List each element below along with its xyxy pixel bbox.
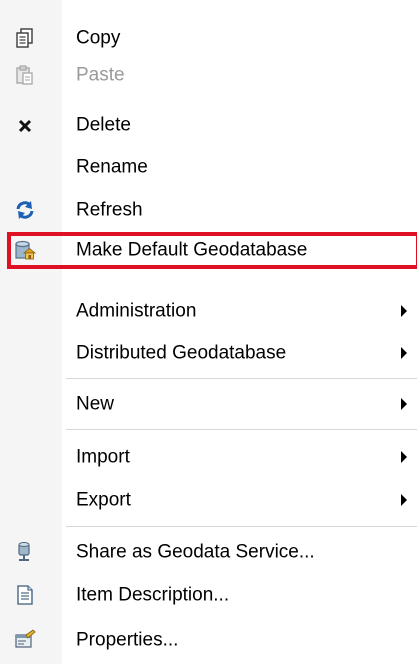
menu-item-label: Administration: [76, 300, 197, 322]
menu-separator: [66, 526, 417, 527]
item-description-icon: [14, 584, 36, 606]
menu-item-label: Share as Geodata Service...: [76, 541, 315, 563]
menu-item-delete[interactable]: Delete: [0, 105, 417, 145]
menu-item-new[interactable]: New: [0, 384, 417, 424]
submenu-arrow-icon: [401, 347, 407, 359]
submenu-arrow-icon: [401, 451, 407, 463]
submenu-arrow-icon: [401, 305, 407, 317]
menu-item-label: Make Default Geodatabase: [76, 239, 308, 261]
menu-item-label: Export: [76, 489, 131, 511]
menu-item-label: Paste: [76, 64, 125, 86]
menu-item-distributed-geodatabase[interactable]: Distributed Geodatabase: [0, 333, 417, 373]
refresh-icon: [14, 199, 36, 221]
delete-x-icon: [14, 114, 36, 136]
menu-separator: [66, 378, 417, 379]
menu-item-label: Delete: [76, 114, 131, 136]
properties-icon: [14, 629, 36, 651]
copy-icon: [14, 27, 36, 49]
menu-item-item-description[interactable]: Item Description...: [0, 575, 417, 615]
menu-item-label: New: [76, 393, 115, 415]
menu-item-label: Refresh: [76, 199, 143, 221]
geodatabase-home-icon: [14, 239, 36, 261]
menu-item-copy[interactable]: Copy: [0, 18, 417, 58]
menu-item-rename[interactable]: Rename: [0, 147, 417, 187]
submenu-arrow-icon: [401, 494, 407, 506]
menu-item-export[interactable]: Export: [0, 480, 417, 520]
menu-item-label: Item Description...: [76, 584, 230, 606]
paste-icon: [14, 64, 36, 86]
menu-item-administration[interactable]: Administration: [0, 291, 417, 331]
menu-item-properties[interactable]: Properties...: [0, 620, 417, 660]
menu-item-label: Import: [76, 446, 130, 468]
menu-item-share-as-geodata-service[interactable]: Share as Geodata Service...: [0, 532, 417, 572]
menu-item-refresh[interactable]: Refresh: [0, 190, 417, 230]
context-menu: Copy Paste Delete Rename Refresh Make De…: [0, 0, 417, 664]
menu-item-label: Rename: [76, 156, 148, 178]
menu-item-label: Distributed Geodatabase: [76, 342, 287, 364]
geodata-service-icon: [14, 541, 36, 563]
menu-separator: [66, 429, 417, 430]
menu-item-label: Properties...: [76, 629, 179, 651]
menu-item-make-default-geodatabase[interactable]: Make Default Geodatabase: [0, 230, 417, 270]
menu-item-paste[interactable]: Paste: [0, 55, 417, 95]
menu-item-import[interactable]: Import: [0, 437, 417, 477]
submenu-arrow-icon: [401, 398, 407, 410]
menu-item-label: Copy: [76, 27, 121, 49]
